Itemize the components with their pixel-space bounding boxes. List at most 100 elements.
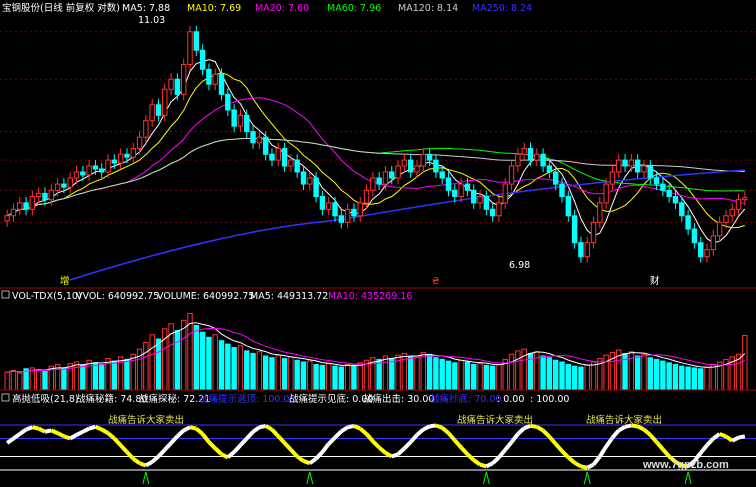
volume-bar-up	[382, 355, 389, 391]
candle-down	[660, 183, 666, 191]
volume-bar-down	[471, 364, 477, 391]
indicator-segment	[617, 425, 627, 433]
candle-down	[244, 114, 250, 133]
indicator-segment	[440, 426, 450, 435]
price-grid	[0, 31, 756, 223]
candle-down	[42, 192, 48, 201]
candle-down	[565, 196, 572, 217]
candle-up	[288, 159, 294, 167]
volume-bar-down	[124, 358, 130, 391]
indicator-segment	[353, 424, 362, 431]
volume-bar-down	[174, 330, 181, 391]
candle-down	[281, 148, 288, 167]
indicator-segment	[661, 447, 671, 458]
volume-bar-down	[559, 361, 565, 391]
candle-up	[275, 148, 281, 161]
candle-up	[584, 242, 590, 258]
candle-down	[698, 242, 704, 258]
indicator-segment	[610, 429, 621, 439]
volume-bar-down	[489, 365, 496, 391]
volume-bar-down	[206, 336, 212, 391]
volume-bar-up	[180, 319, 187, 391]
ma250-label: MA250: 8.24	[472, 3, 532, 14]
volume-bar-down	[565, 364, 572, 391]
volume-bar-down	[313, 364, 319, 391]
candle-up	[117, 153, 124, 164]
volume-bar-up	[10, 369, 17, 391]
indicator-segment	[125, 450, 135, 461]
volume-bar-down	[433, 357, 439, 391]
candle-down	[231, 109, 237, 127]
candle-up	[401, 159, 408, 167]
candle-down	[155, 104, 162, 116]
volume-bar-up	[4, 371, 10, 391]
vol-vvol-label: VVOL: 640992.75	[76, 291, 159, 302]
candle-down	[578, 242, 584, 258]
candle-up	[710, 235, 717, 251]
vol-title[interactable]: VOL-TDX(5,10)	[12, 291, 82, 302]
candle-down	[319, 196, 326, 210]
candle-up	[212, 73, 218, 85]
indicator-segment	[358, 427, 368, 436]
candle-up	[597, 202, 603, 223]
vol-panel-toggle-icon[interactable]	[1, 290, 10, 299]
indicator-segment	[567, 455, 576, 465]
candle-up	[508, 165, 515, 185]
candle-up	[136, 136, 143, 150]
volume-bar-down	[231, 347, 237, 391]
indicator-segment	[169, 434, 179, 445]
volume-bar-down	[155, 338, 162, 391]
indicator-segment	[37, 426, 46, 434]
candle-down	[199, 49, 206, 70]
indicator-segment	[573, 461, 582, 469]
indicator-segment	[157, 448, 167, 458]
volume-ma5-line	[7, 322, 746, 373]
volume-bar-up	[307, 360, 313, 391]
indicator-segment	[554, 442, 564, 453]
indicator-segment	[94, 424, 103, 432]
candle-up	[704, 249, 710, 258]
moving-average-lines	[6, 59, 746, 281]
candle-up	[237, 114, 244, 127]
candle-down	[376, 177, 382, 185]
candle-up	[48, 189, 54, 201]
indicator-segment	[264, 424, 273, 432]
indicator-segment	[491, 455, 501, 465]
candle-up	[641, 165, 647, 173]
indicator-segment	[270, 428, 280, 438]
volume-bar-up	[73, 361, 80, 391]
ind-panel-toggle-icon[interactable]	[1, 393, 10, 402]
candle-down	[464, 183, 471, 191]
stock-chart: 宝钢股份(日线 前复权 对数) MA5: 7.88 MA10: 7.69 MA2…	[0, 2, 756, 485]
buy-signal-arrow	[142, 471, 150, 485]
indicator-segment	[12, 432, 21, 441]
ind-title[interactable]: 高抛低吸(21,8)	[12, 393, 79, 405]
candle-up	[149, 104, 155, 122]
event-mark-2: ₴	[432, 276, 439, 287]
ma120-label: MA120: 8.14	[398, 3, 458, 14]
candle-down	[92, 165, 99, 170]
candle-up	[29, 196, 36, 210]
candle-down	[666, 189, 672, 198]
candle-down	[313, 177, 319, 198]
candle-down	[218, 73, 225, 95]
volume-bar-up	[414, 355, 420, 391]
ma60-label: MA60: 7.96	[327, 3, 381, 14]
volume-bar-down	[546, 357, 553, 391]
indicator-segment	[591, 455, 602, 466]
chart-title[interactable]: 宝钢股份(日线 前复权 对数)	[2, 2, 120, 14]
candle-up	[609, 171, 616, 185]
volume-bar-up	[458, 359, 464, 391]
indicator-segment	[132, 457, 141, 465]
volume-bar-down	[42, 370, 48, 391]
volume-bar-down	[92, 362, 99, 391]
indicator-segment	[333, 429, 343, 440]
candle-down	[527, 148, 534, 161]
volume-bar-down	[483, 364, 490, 391]
indicator-segment	[50, 428, 59, 435]
volume-bar-down	[660, 360, 666, 391]
volume-bar-down	[338, 366, 345, 391]
volume-bar-down	[698, 368, 704, 391]
candle-down	[433, 159, 439, 173]
volume-bar-down	[193, 324, 200, 391]
